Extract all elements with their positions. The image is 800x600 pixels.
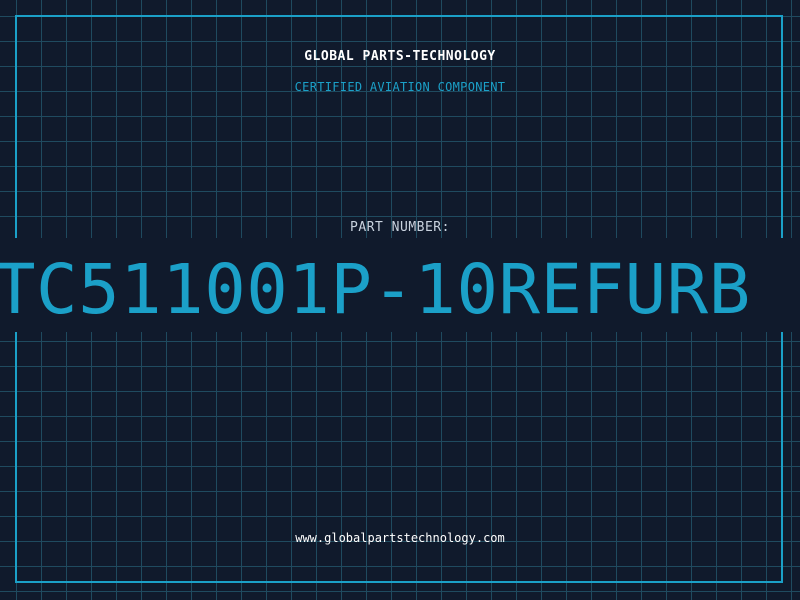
part-number-value: TC511001P-10REFURB bbox=[0, 250, 751, 330]
part-number-label: PART NUMBER: bbox=[350, 220, 450, 235]
company-title: GLOBAL PARTS-TECHNOLOGY bbox=[304, 49, 496, 64]
company-tagline: CERTIFIED AVIATION COMPONENT bbox=[294, 80, 506, 94]
website-url: www.globalpartstechnology.com bbox=[295, 531, 505, 545]
